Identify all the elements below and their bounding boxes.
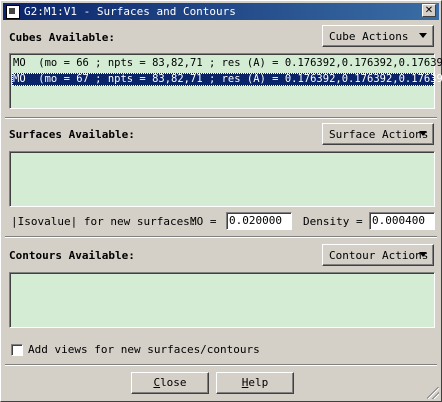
separator [5, 364, 437, 366]
mo-isovalue-label: MO = [190, 215, 217, 228]
contour-actions-label: Contour Actions [329, 248, 429, 262]
cube-actions-label: Cube Actions [329, 29, 409, 43]
mo-isovalue-input[interactable]: 0.020000 [226, 212, 292, 230]
surfaces-list[interactable] [9, 151, 435, 207]
close-button-label: lose [160, 376, 187, 389]
resize-grip-icon[interactable] [427, 387, 439, 399]
surface-actions-label: Surface Actions [329, 127, 429, 141]
chevron-down-icon [419, 252, 427, 257]
title-bar[interactable]: G2:M1:V1 - Surfaces and Contours ✕ [3, 3, 439, 20]
close-button[interactable]: Close [131, 372, 209, 394]
window-title: G2:M1:V1 - Surfaces and Contours [24, 5, 236, 18]
density-isovalue-input[interactable]: 0.000400 [369, 212, 435, 230]
surfaces-contours-dialog: G2:M1:V1 - Surfaces and Contours ✕ Cubes… [0, 0, 442, 402]
cube-list-item-selected[interactable]: MO (mo = 67 ; npts = 83,82,71 ; res (A) … [12, 73, 442, 86]
contour-actions-button[interactable]: Contour Actions [322, 244, 434, 266]
cube-actions-button[interactable]: Cube Actions [322, 25, 434, 47]
cube-list-item[interactable]: MO (mo = 66 ; npts = 83,82,71 ; res (A) … [12, 57, 442, 70]
contours-list[interactable] [9, 272, 435, 328]
app-icon [6, 4, 20, 19]
cubes-label: Cubes Available: [9, 31, 115, 44]
isovalue-label: |Isovalue| for new surfaces: [11, 215, 197, 228]
add-views-checkbox[interactable] [11, 344, 23, 356]
separator [5, 117, 437, 119]
help-button-label: elp [248, 376, 269, 389]
density-isovalue-label: Density = [303, 215, 363, 228]
surface-actions-button[interactable]: Surface Actions [322, 123, 434, 145]
surfaces-label: Surfaces Available: [9, 128, 135, 141]
separator [5, 236, 437, 238]
chevron-down-icon [419, 131, 427, 136]
chevron-down-icon [419, 33, 427, 38]
cubes-list[interactable]: MO (mo = 66 ; npts = 83,82,71 ; res (A) … [9, 53, 442, 109]
add-views-label[interactable]: Add views for new surfaces/contours [28, 343, 260, 356]
contours-label: Contours Available: [9, 249, 135, 262]
close-icon[interactable]: ✕ [422, 4, 436, 17]
help-button[interactable]: Help [216, 372, 294, 394]
